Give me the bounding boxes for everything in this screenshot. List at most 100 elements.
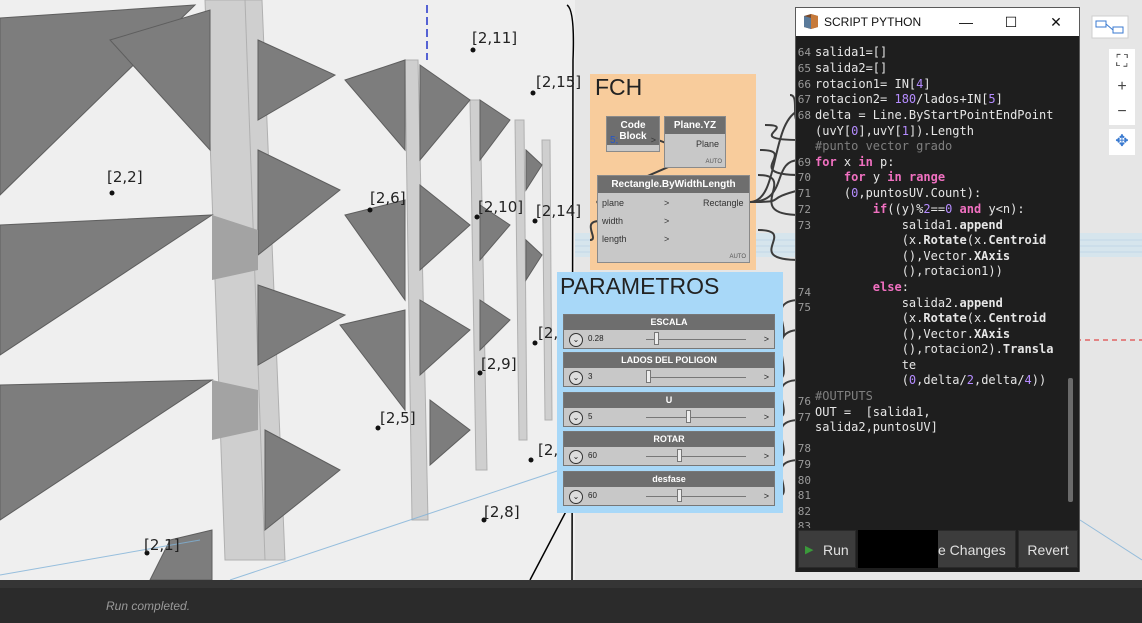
- slider-body: ⌄ 0.28 >: [566, 332, 772, 348]
- slider-node[interactable]: ROTAR ⌄ 60 >: [563, 431, 775, 466]
- run-button[interactable]: ▶ Run: [798, 530, 856, 568]
- script-button-bar: ▶ Run e Changes Revert: [796, 528, 1079, 572]
- slider-node[interactable]: LADOS DEL POLIGON ⌄ 3 >: [563, 352, 775, 387]
- slider-value: 3: [588, 372, 593, 381]
- zoom-fit-icon[interactable]: ⛶: [1109, 49, 1135, 75]
- auto-badge: AUTO: [705, 159, 722, 165]
- code-line: te: [815, 358, 917, 372]
- slider-node[interactable]: U ⌄ 5 >: [563, 392, 775, 427]
- slider-thumb[interactable]: [654, 332, 659, 345]
- save-changes-button[interactable]: e Changes: [938, 530, 1016, 568]
- input-port-length[interactable]: length: [602, 234, 627, 244]
- code-line: for x in p:: [815, 155, 895, 169]
- slider-output-port[interactable]: >: [764, 451, 769, 461]
- slider-track[interactable]: [646, 456, 746, 457]
- slider-value: 0.28: [588, 334, 604, 343]
- window-title: SCRIPT PYTHON: [824, 15, 922, 29]
- code-line: (x.Rotate(x.Centroid: [815, 233, 1047, 247]
- slider-output-port[interactable]: >: [764, 491, 769, 501]
- plane-yz-output-port[interactable]: Plane: [696, 139, 719, 149]
- code-line: else:: [872, 280, 909, 294]
- slider-thumb[interactable]: [677, 449, 682, 462]
- slider-node[interactable]: desfase ⌄ 60 >: [563, 471, 775, 506]
- slider-title: ESCALA: [564, 315, 774, 330]
- auto-badge: AUTO: [729, 254, 746, 260]
- code-line: delta = Line.ByStartPointEndPoint: [815, 108, 1054, 122]
- line-number: 71: [797, 187, 811, 200]
- line-number: 67: [797, 93, 811, 106]
- slider-track[interactable]: [646, 417, 746, 418]
- rectangle-title: Rectangle.ByWidthLength: [598, 176, 749, 193]
- revert-button[interactable]: Revert: [1018, 530, 1078, 568]
- chevron-down-icon[interactable]: ⌄: [569, 490, 583, 504]
- chevron-down-icon[interactable]: ⌄: [569, 371, 583, 385]
- line-number: 77: [797, 411, 811, 424]
- code-line: (uvY[0],uvY[1]).Length: [815, 124, 974, 138]
- chevron-down-icon[interactable]: ⌄: [569, 333, 583, 347]
- maximize-button[interactable]: ☐: [991, 10, 1031, 34]
- minimize-button[interactable]: —: [946, 10, 986, 34]
- line-number: 80: [797, 474, 811, 487]
- code-line: (0,delta/2,delta/4)): [815, 373, 1047, 387]
- input-port-plane[interactable]: plane: [602, 198, 624, 208]
- code-block-node[interactable]: Code Block 5; >: [606, 116, 660, 152]
- close-button[interactable]: ✕: [1036, 10, 1076, 34]
- slider-value: 60: [588, 491, 597, 500]
- line-number: 81: [797, 489, 811, 502]
- code-line: rotacion2= 180/lados+IN[5]: [815, 92, 1003, 106]
- code-block-output-port[interactable]: >: [651, 135, 656, 145]
- group-parametros-title: PARAMETROS: [560, 273, 720, 299]
- plane-yz-node[interactable]: Plane.YZ Plane AUTO: [664, 116, 726, 168]
- chevron-down-icon[interactable]: ⌄: [569, 411, 583, 425]
- orbit-icon[interactable]: ✥: [1109, 129, 1135, 155]
- line-number: 74: [797, 286, 811, 299]
- slider-title: U: [564, 393, 774, 408]
- code-line: (x.Rotate(x.Centroid: [815, 311, 1047, 325]
- slider-body: ⌄ 60 >: [566, 449, 772, 465]
- port-arrow: >: [664, 198, 670, 208]
- code-line: (),Vector.XAxis: [815, 249, 1011, 263]
- code-scrollbar[interactable]: [1068, 378, 1073, 502]
- line-number: 78: [797, 442, 811, 455]
- line-number: 68: [797, 109, 811, 122]
- input-port-width[interactable]: width: [602, 216, 623, 226]
- slider-value: 60: [588, 451, 597, 460]
- slider-output-port[interactable]: >: [764, 412, 769, 422]
- slider-title: LADOS DEL POLIGON: [564, 353, 774, 368]
- view-toggle-icon[interactable]: [1091, 15, 1129, 39]
- line-number: 69: [797, 156, 811, 169]
- line-number: 82: [797, 505, 811, 518]
- slider-output-port[interactable]: >: [764, 372, 769, 382]
- code-line: (0,puntosUV.Count):: [815, 186, 982, 200]
- slider-track[interactable]: [646, 496, 746, 497]
- line-number: 65: [797, 62, 811, 75]
- status-text: Run completed.: [106, 599, 191, 613]
- slider-output-port[interactable]: >: [764, 334, 769, 344]
- port-arrow: >: [664, 216, 670, 226]
- code-line: (),Vector.XAxis: [815, 327, 1011, 341]
- slider-thumb[interactable]: [686, 410, 691, 423]
- code-line: for y in range: [843, 170, 946, 184]
- output-port-rectangle[interactable]: Rectangle: [703, 198, 744, 208]
- zoom-out-icon[interactable]: −: [1109, 99, 1135, 125]
- status-divider: [0, 580, 1142, 588]
- line-number: 75: [797, 301, 811, 314]
- plane-yz-title: Plane.YZ: [665, 117, 725, 134]
- code-line: salida2.append: [815, 296, 1003, 310]
- code-line: salida1.append: [815, 218, 1003, 232]
- slider-thumb[interactable]: [646, 370, 651, 383]
- python-script-window[interactable]: SCRIPT PYTHON — ☐ ✕ 64 65 66 67 68 69 70 71 72 73…: [795, 7, 1080, 572]
- slider-track[interactable]: [646, 377, 746, 378]
- line-number: 72: [797, 203, 811, 216]
- chevron-down-icon[interactable]: ⌄: [569, 450, 583, 464]
- slider-thumb[interactable]: [677, 489, 682, 502]
- code-line: if((y)%2==0 and y<n):: [872, 202, 1025, 216]
- redacted-region: [858, 530, 938, 568]
- window-titlebar[interactable]: SCRIPT PYTHON — ☐ ✕: [796, 8, 1079, 36]
- zoom-in-icon[interactable]: +: [1109, 74, 1135, 100]
- slider-node[interactable]: ESCALA ⌄ 0.28 >: [563, 314, 775, 349]
- code-line: salida2=[]: [815, 61, 888, 75]
- rectangle-node[interactable]: Rectangle.ByWidthLength plane width leng…: [597, 175, 750, 263]
- slider-track[interactable]: [646, 339, 746, 340]
- code-block-code[interactable]: 5;: [610, 135, 618, 146]
